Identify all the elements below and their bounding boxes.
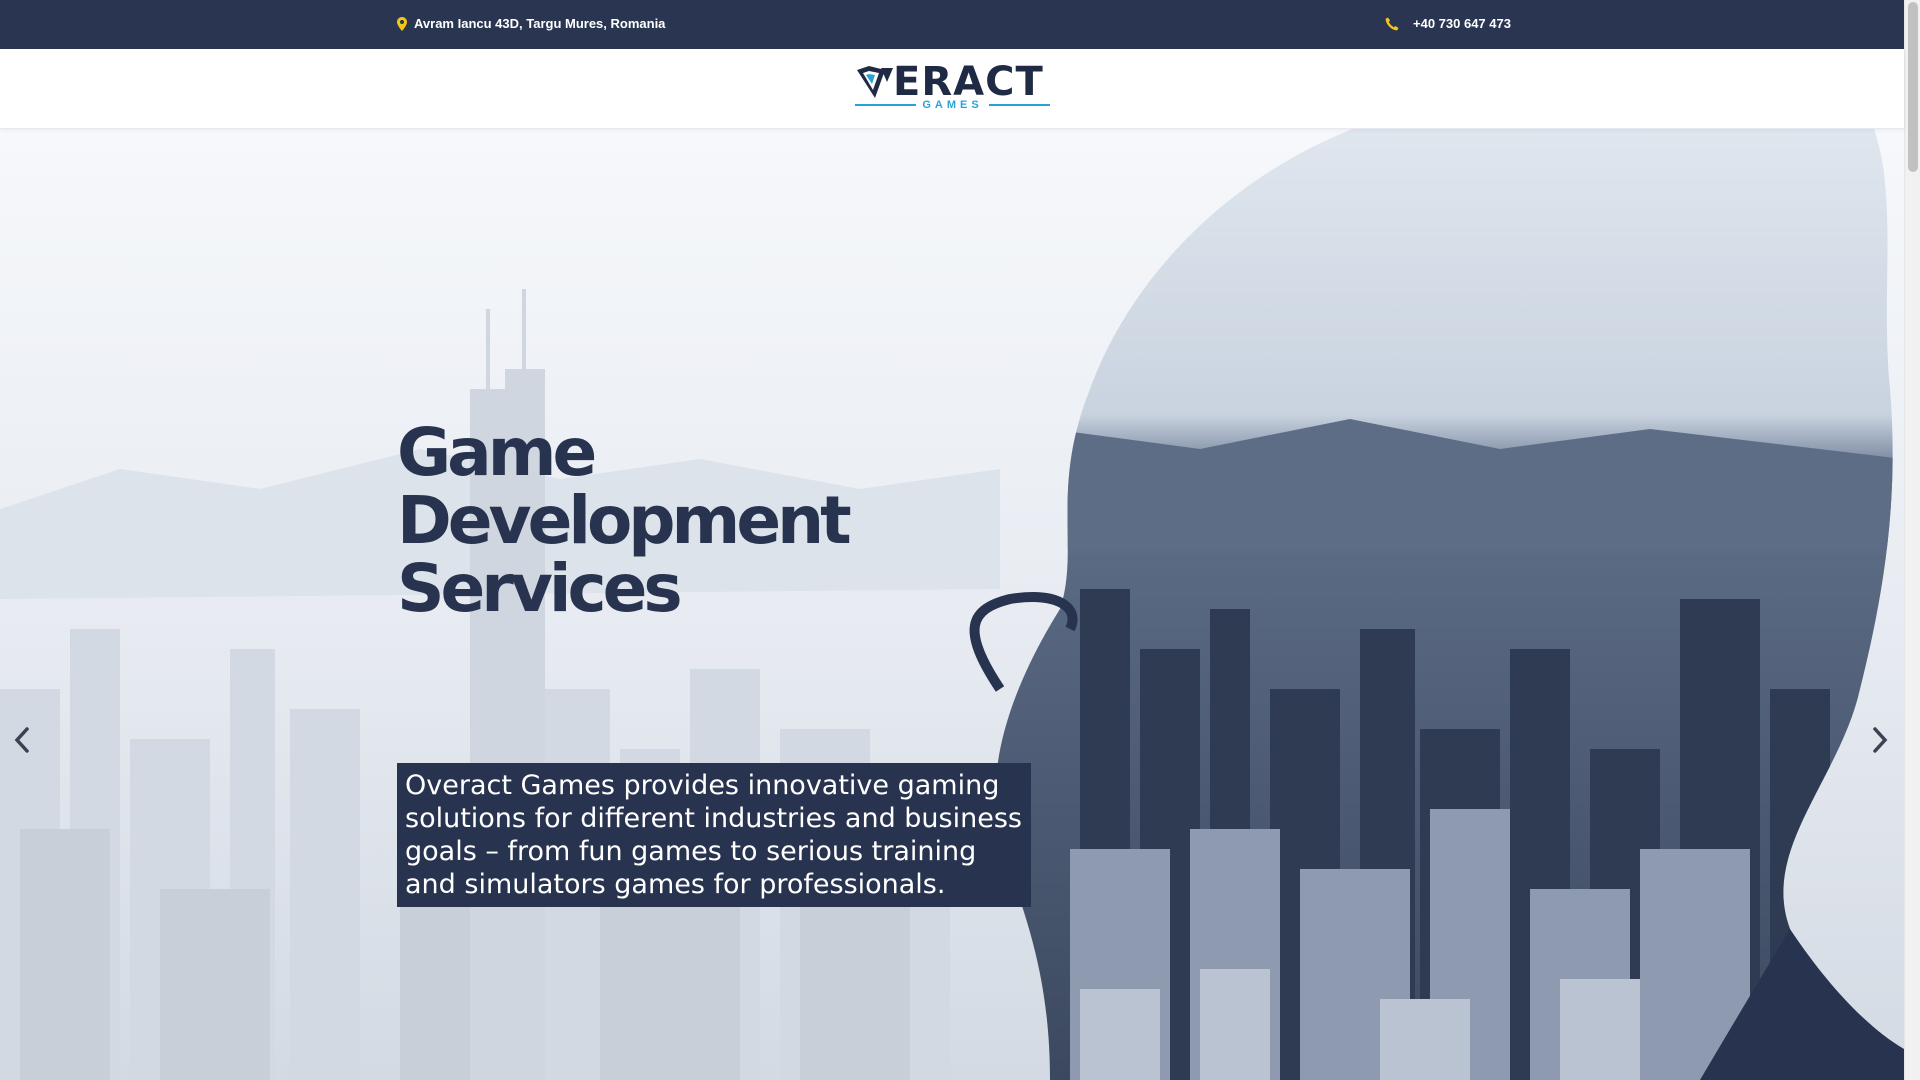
- page: Avram Iancu 43D, Targu Mures, Romania +4…: [0, 0, 1920, 1080]
- top-info-bar: Avram Iancu 43D, Targu Mures, Romania +4…: [0, 0, 1904, 49]
- slider-next-button[interactable]: [1866, 723, 1894, 757]
- logo-subtitle-text: GAMES: [922, 99, 983, 111]
- hero-description: Overact Games provides innovative gaming…: [397, 763, 1031, 907]
- hero-slider: Game Development Services Overact Games …: [0, 129, 1904, 1080]
- address-text: Avram Iancu 43D, Targu Mures, Romania: [414, 16, 666, 31]
- address-contact[interactable]: Avram Iancu 43D, Targu Mures, Romania: [397, 16, 665, 31]
- hero-title: Game Development Services: [397, 414, 852, 627]
- chevron-left-icon: [14, 727, 29, 753]
- site-header: ERACT GAMES: [0, 49, 1904, 129]
- phone-text: +40 730 647 473: [1413, 16, 1511, 31]
- logo-line-left: [855, 104, 917, 106]
- page-scrollbar[interactable]: [1904, 0, 1920, 1080]
- chevron-right-icon: [1873, 727, 1888, 753]
- phone-contact[interactable]: +40 730 647 473: [1385, 16, 1511, 31]
- logo-mark-icon: [857, 66, 893, 98]
- scrollbar-thumb[interactable]: [1908, 2, 1918, 172]
- phone-icon: [1385, 17, 1399, 31]
- slider-prev-button[interactable]: [8, 723, 36, 757]
- site-logo[interactable]: ERACT GAMES: [855, 59, 1050, 116]
- logo-line-right: [988, 104, 1050, 106]
- logo-subtitle: GAMES: [855, 99, 1050, 111]
- hero-background-image: [0, 129, 1904, 1080]
- map-pin-icon: [397, 16, 407, 31]
